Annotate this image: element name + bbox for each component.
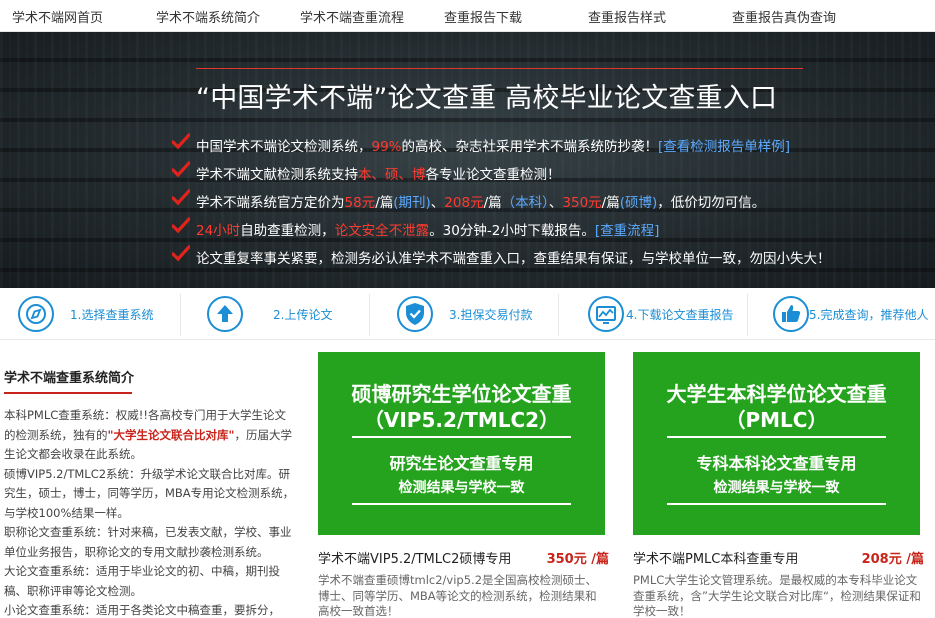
thumbs-up-icon: [773, 296, 809, 332]
nav-style-link[interactable]: 查重报告样式: [588, 7, 666, 26]
card-subtitle: 研究生论文查重专用: [389, 454, 534, 473]
check-icon: [172, 245, 190, 262]
step-divider: [369, 294, 370, 336]
nav-download-link[interactable]: 查重报告下载: [444, 7, 522, 26]
text-segment[interactable]: [查重流程]: [595, 223, 660, 239]
nav-intro-link[interactable]: 学术不端系统简介: [156, 7, 260, 26]
hero-banner: “中国学术不端”论文查重 高校毕业论文查重入口 中国学术不端论文检测系统，99%…: [0, 32, 935, 288]
text-segment: 适用于各类论文中稿查重，要拆分，: [96, 603, 280, 617]
text-segment[interactable]: (硕博): [620, 195, 658, 211]
card-divider: [352, 503, 571, 505]
compass-icon: [18, 296, 54, 332]
card-subtitle: 专科本科论文查重专用: [696, 454, 857, 473]
intro-paragraph: 大论文查重系统：适用于毕业论文的初、中稿，期刊投稿、职称评审等论文检测。: [4, 562, 296, 601]
text-segment: 58元: [344, 195, 376, 211]
product-card-undergrad[interactable]: 大学生本科学位论文查重 （PMLC） 专科本科论文查重专用 检测结果与学校一致 …: [633, 352, 924, 618]
text-segment: /篇: [375, 195, 394, 211]
card-subtitle-2: 检测结果与学校一致: [713, 480, 840, 496]
feature-text: 学术不端系统官方定价为58元/篇(期刊)、208元/篇（本科）、350元/篇(硕…: [196, 191, 765, 211]
text-segment: /篇: [483, 195, 502, 211]
text-segment: 99%: [371, 139, 402, 155]
text-segment: 自助查重检测，: [240, 223, 335, 239]
text-segment: ，低价切勿可信。: [657, 195, 766, 211]
section-title: 学术不端查重系统简介: [4, 371, 135, 386]
text-segment: 硕博VIP5.2/TMLC2系统：: [4, 466, 141, 481]
text-segment: 本、硕、博: [358, 167, 426, 183]
text-segment: 学术不端文献检测系统支持: [196, 167, 358, 183]
check-icon: [172, 189, 190, 206]
card-subtitle-2: 检测结果与学校一致: [398, 480, 525, 496]
text-segment: 、: [430, 195, 445, 211]
card-banner[interactable]: 硕博研究生学位论文查重 （VIP5.2/TMLC2） 研究生论文查重专用 检测结…: [318, 352, 605, 535]
nav-home-link[interactable]: 学术不端网首页: [12, 7, 103, 26]
upload-icon: [207, 296, 243, 332]
step-label: 3.担保交易付款: [449, 308, 533, 322]
step-label: 1.选择查重系统: [70, 308, 154, 322]
text-segment: "大学生论文联合比对库": [107, 427, 235, 442]
card-banner[interactable]: 大学生本科学位论文查重 （PMLC） 专科本科论文查重专用 检测结果与学校一致: [633, 352, 920, 535]
step-divider: [180, 294, 181, 336]
text-segment[interactable]: （本科）: [502, 195, 549, 211]
product-name[interactable]: 学术不端VIP5.2/TMLC2硕博专用: [318, 548, 511, 567]
intro-paragraph: 职称论文查重系统：针对来稿，已发表文献，学校、事业单位业务报告，职称论文的专用文…: [4, 523, 296, 562]
feature-text: 论文重复率事关紧要，检测务必认准学术不端查重入口，查重结果有保证，与学校单位一致…: [196, 247, 831, 267]
title-underline: [4, 392, 132, 394]
nav-process-link[interactable]: 学术不端查重流程: [300, 7, 404, 26]
card-divider: [667, 436, 886, 438]
intro-text: 本科PMLC查重系统：权威!!各高校专门用于大学生论文的检测系统，独有的"大学生…: [4, 406, 296, 618]
feature-text: 中国学术不端论文检测系统，99%的高校、杂志社采用学术不端系统防抄袭！[查看检测…: [196, 135, 790, 155]
step-label: 5.完成查询，推荐他人: [809, 308, 929, 322]
product-price: 350元 /篇: [546, 552, 609, 567]
steps-bar: 1.选择查重系统 2.上传论文 3.担保交易付款 4.下载论文查重报告 5.完成…: [0, 288, 935, 340]
step-divider: [747, 294, 748, 336]
text-segment: 论文安全不泄露: [334, 223, 430, 239]
text-segment: 本科PMLC查重系统：: [4, 408, 116, 422]
text-segment: 职称论文查重系统：: [4, 525, 108, 539]
intro-paragraph: 本科PMLC查重系统：权威!!各高校专门用于大学生论文的检测系统，独有的"大学生…: [4, 406, 296, 465]
text-segment: 中国学术不端论文检测系统，: [196, 139, 372, 155]
card-divider: [667, 503, 886, 505]
top-nav: 学术不端网首页 学术不端系统简介 学术不端查重流程 查重报告下载 查重报告样式 …: [0, 0, 935, 32]
text-segment: 学术不端系统官方定价为: [196, 195, 345, 211]
step-label: 2.上传论文: [273, 308, 333, 322]
card-title-line2: （VIP5.2/TMLC2）: [363, 408, 560, 432]
step-label: 4.下载论文查重报告: [626, 308, 734, 322]
nav-verify-link[interactable]: 查重报告真伪查询: [732, 7, 836, 26]
feature-text: 学术不端文献检测系统支持本、硕、博各专业论文查重检测！: [196, 163, 561, 183]
report-icon: [588, 296, 624, 332]
product-price: 208元 /篇: [861, 552, 924, 567]
product-name[interactable]: 学术不端PMLC本科查重专用: [633, 548, 798, 567]
check-icon: [172, 161, 190, 178]
check-icon: [172, 217, 190, 234]
hero-divider: [196, 68, 803, 69]
text-segment: 大论文查重系统：: [4, 564, 96, 578]
text-segment: /篇: [601, 195, 620, 211]
text-segment: 各专业论文查重检测！: [425, 167, 561, 183]
step-divider: [558, 294, 559, 336]
intro-paragraph: 小论文查重系统：适用于各类论文中稿查重，要拆分，: [4, 601, 296, 618]
text-segment: 论文重复率事关紧要，检测务必认准学术不端查重入口，查重结果有保证，与学校单位一致…: [196, 251, 831, 267]
system-intro-panel: 学术不端查重系统简介 本科PMLC查重系统：权威!!各高校专门用于大学生论文的检…: [0, 350, 300, 618]
product-description: PMLC大学生论文管理系统。是最权威的本专科毕业论文查重系统，含”大学生论文联合…: [633, 573, 921, 618]
card-title-line1: 硕博研究生学位论文查重: [351, 382, 572, 406]
product-card-master-phd[interactable]: 硕博研究生学位论文查重 （VIP5.2/TMLC2） 研究生论文查重专用 检测结…: [318, 352, 609, 618]
hero-title: “中国学术不端”论文查重 高校毕业论文查重入口: [196, 83, 778, 114]
text-segment: 小论文查重系统：: [4, 603, 96, 617]
check-icon: [172, 133, 190, 150]
text-segment: 24小时: [196, 223, 241, 239]
card-title-line1: 大学生本科学位论文查重: [666, 382, 887, 406]
intro-paragraph: 硕博VIP5.2/TMLC2系统：升级学术论文联合比对库。研究生，硕士，博士，同…: [4, 465, 296, 524]
card-divider: [352, 436, 571, 438]
text-segment: 208元: [444, 195, 484, 211]
product-description: 学术不端查重硕博tmlc2/vip5.2是全国高校检测硕士、博士、同等学历、MB…: [318, 573, 598, 618]
text-segment: 350元: [562, 195, 602, 211]
shield-check-icon: [397, 296, 433, 332]
text-segment: 的高校、杂志社采用学术不端系统防抄袭！: [401, 139, 659, 155]
card-title-line2: （PMLC）: [725, 408, 828, 432]
text-segment[interactable]: (期刊): [393, 195, 431, 211]
feature-text: 24小时自助查重检测，论文安全不泄露。30分钟-2小时下载报告。[查重流程]: [196, 219, 659, 239]
text-segment: 、: [548, 195, 563, 211]
text-segment[interactable]: [查看检测报告单样例]: [658, 139, 790, 155]
text-segment: 。30分钟-2小时下载报告。: [429, 223, 595, 239]
